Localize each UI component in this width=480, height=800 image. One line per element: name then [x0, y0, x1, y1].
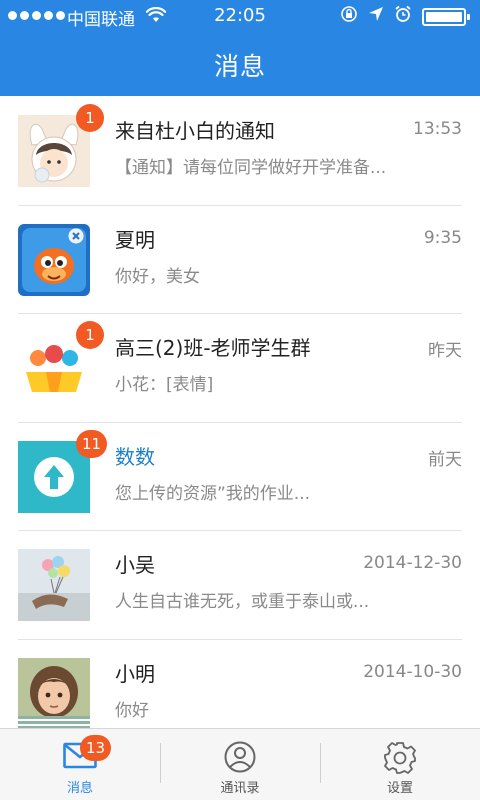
tab-messages[interactable]: 13 消息 [0, 729, 160, 800]
message-preview: 小花：[表情] [115, 375, 214, 395]
sender-name: 来自杜小白的通知 [115, 119, 275, 143]
avatar [18, 549, 90, 621]
message-row[interactable]: 1 高三(2)班-老师学生群 昨天 小花：[表情] [0, 313, 480, 422]
gear-icon [383, 741, 417, 779]
unread-badge: 11 [76, 429, 108, 458]
app-header: 中国联通 22:05 消息 [0, 0, 480, 96]
tab-settings[interactable]: 设置 [320, 729, 480, 800]
tab-label: 通讯录 [220, 781, 260, 796]
contacts-icon [223, 741, 257, 777]
tab-contacts[interactable]: 通讯录 [160, 729, 320, 800]
message-list: 1 来自杜小白的通知 13:53 【通知】请每位同学做好开学准备... 夏明 9… [0, 96, 480, 728]
page-title: 消息 [213, 52, 266, 81]
tab-bar: 13 消息 通讯录 设置 [0, 728, 480, 800]
message-time: 9:35 [423, 227, 462, 248]
message-row[interactable]: 小明 2014-10-30 你好 [0, 638, 480, 728]
message-row[interactable]: 1 来自杜小白的通知 13:53 【通知】请每位同学做好开学准备... [0, 96, 480, 205]
battery-icon [422, 7, 470, 26]
message-preview: 人生自古谁无死，或重于泰山或... [115, 592, 370, 612]
unread-badge: 1 [76, 321, 104, 349]
status-bar: 中国联通 22:05 [0, 0, 480, 32]
rotation-lock-icon [340, 5, 358, 28]
alarm-icon [394, 5, 412, 28]
message-row[interactable]: 小吴 2014-12-30 人生自古谁无死，或重于泰山或... [0, 530, 480, 639]
message-time: 2014-10-30 [363, 661, 462, 682]
message-row[interactable]: 夏明 9:35 你好，美女 [0, 204, 480, 314]
message-time: 2014-12-30 [363, 553, 462, 573]
message-preview: 您上传的资源”我的作业... [115, 483, 311, 504]
sender-name: 小明 [115, 661, 155, 686]
tab-label: 设置 [386, 781, 413, 796]
message-preview: 【通知】请每位同学做好开学准备... [115, 158, 385, 178]
location-icon [368, 6, 384, 27]
message-preview: 你好 [115, 700, 149, 721]
message-row[interactable]: 11 数数 前天 您上传的资源”我的作业... [0, 421, 480, 531]
message-time: 13:53 [413, 119, 462, 139]
message-time: 前天 [428, 449, 462, 470]
sender-name: 小吴 [115, 553, 155, 577]
message-time: 昨天 [428, 341, 462, 361]
unread-badge: 1 [76, 104, 104, 132]
sender-name: 高三(2)班-老师学生群 [115, 336, 311, 360]
tab-unread-badge: 13 [80, 735, 112, 761]
message-preview: 你好，美女 [115, 266, 200, 287]
avatar [18, 223, 90, 296]
sender-name: 数数 [115, 444, 155, 469]
tab-label: 消息 [66, 781, 93, 796]
sender-name: 夏明 [115, 227, 155, 252]
avatar [18, 657, 90, 728]
